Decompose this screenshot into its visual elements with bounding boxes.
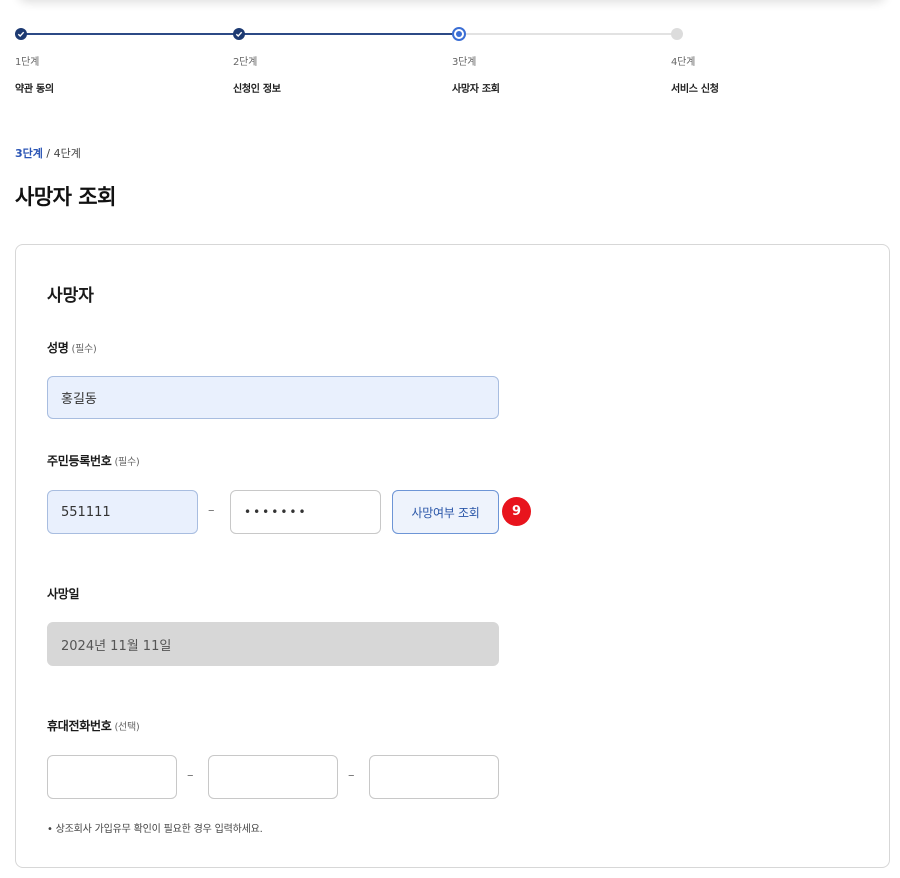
- phone-dash-1: –: [187, 768, 194, 783]
- name-label-text: 성명: [47, 341, 69, 355]
- death-date-field: 2024년 11월 11일: [47, 622, 499, 666]
- name-input[interactable]: 홍길동: [47, 376, 499, 419]
- step-2-name: 신청인 정보: [233, 84, 281, 95]
- phone-part-2-input[interactable]: [208, 755, 338, 799]
- name-label: 성명 (필수): [47, 339, 97, 356]
- step-3-name: 사망자 조회: [452, 84, 500, 95]
- step-2-check-icon: [233, 28, 245, 40]
- section-title: 사망자: [47, 286, 94, 306]
- step-1-name: 약관 동의: [15, 84, 54, 95]
- page-title: 사망자 조회: [15, 185, 116, 209]
- check-death-button[interactable]: 사망여부 조회: [392, 490, 499, 534]
- step-4-number: 4단계: [671, 57, 696, 68]
- rrn-front-input[interactable]: 551111: [47, 490, 198, 534]
- step-2-number: 2단계: [233, 57, 258, 68]
- step-3-number: 3단계: [452, 57, 477, 68]
- rrn-dash: –: [208, 503, 215, 518]
- step-progress-total: 4단계: [53, 147, 81, 160]
- step-4-pending-icon: [671, 28, 683, 40]
- rrn-front-value: 551111: [61, 504, 111, 520]
- step-1-number: 1단계: [15, 57, 40, 68]
- rrn-label-text: 주민등록번호: [47, 454, 112, 468]
- step-progress-separator: /: [42, 147, 54, 160]
- name-required-tag: (필수): [71, 344, 97, 355]
- phone-optional-tag: (선택): [114, 722, 140, 733]
- stepper: 1단계 2단계 3단계 4단계 약관 동의 신청인 정보 사망자 조회 서비스 …: [0, 0, 900, 100]
- death-date-value: 2024년 11월 11일: [61, 638, 172, 654]
- name-input-value: 홍길동: [61, 392, 97, 407]
- rrn-required-tag: (필수): [114, 457, 140, 468]
- step-1-check-icon: [15, 28, 27, 40]
- step-3-current-icon: [452, 27, 466, 41]
- stepper-line-todo: [459, 33, 677, 35]
- death-date-label: 사망일: [47, 587, 80, 601]
- rrn-back-input[interactable]: •••••••: [230, 490, 381, 534]
- phone-label: 휴대전화번호 (선택): [47, 717, 140, 734]
- phone-help-note: • 상조회사 가입유무 확인이 필요한 경우 입력하세요.: [47, 824, 263, 835]
- step-4-name: 서비스 신청: [671, 84, 719, 95]
- deceased-form-card: 사망자 성명 (필수) 홍길동 주민등록번호 (필수) 551111 – •••••…: [15, 244, 890, 868]
- phone-part-1-input[interactable]: [47, 755, 177, 799]
- rrn-back-value: •••••••: [244, 505, 308, 519]
- rrn-label: 주민등록번호 (필수): [47, 452, 140, 469]
- phone-dash-2: –: [348, 768, 355, 783]
- step-badge: 9: [502, 497, 531, 526]
- step-progress: 3단계 / 4단계: [15, 145, 81, 161]
- phone-part-3-input[interactable]: [369, 755, 499, 799]
- phone-label-text: 휴대전화번호: [47, 719, 112, 733]
- step-progress-current: 3단계: [15, 147, 43, 160]
